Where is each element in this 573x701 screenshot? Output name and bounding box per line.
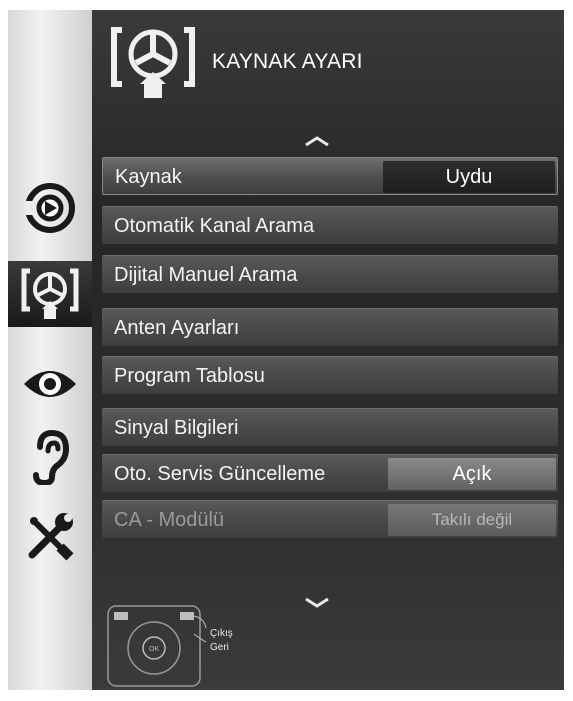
menu-item-sinyal-bilgileri[interactable]: Sinyal Bilgileri — [102, 408, 558, 446]
menu-item-program-tablosu[interactable]: Program Tablosu — [102, 356, 558, 394]
menu-item-label: Dijital Manuel Arama — [114, 264, 298, 286]
tv-menu-screen: KAYNAK AYARI Kaynak Uydu Otomatik Kanal … — [0, 0, 573, 701]
source-settings-icon — [111, 27, 195, 98]
menu-item-label: Oto. Servis Güncelleme — [114, 463, 326, 485]
menu-item-label: CA - Modülü — [114, 509, 225, 531]
menu-header: KAYNAK AYARI — [106, 22, 363, 102]
menu-item-otomatik-kanal-arama[interactable]: Otomatik Kanal Arama — [102, 206, 558, 244]
menu-item-label: Sinyal Bilgileri — [114, 417, 239, 439]
source-input-icon[interactable] — [8, 175, 92, 241]
menu-item-ca-modulu: CA - Modülü Takılı değil — [102, 500, 558, 538]
menu-item-label: Kaynak — [115, 166, 182, 188]
exit-label: Çıkış — [210, 628, 233, 639]
menu-item-value: Takılı değil — [388, 504, 556, 536]
remote-control-icon: OK — [106, 604, 210, 693]
menu-panel: KAYNAK AYARI Kaynak Uydu Otomatik Kanal … — [92, 10, 564, 690]
tools-icon[interactable] — [8, 504, 92, 570]
menu-item-value[interactable]: Açık — [388, 458, 556, 490]
source-settings-icon[interactable] — [8, 261, 92, 327]
scroll-down-icon[interactable] — [302, 596, 332, 615]
menu-item-oto-servis-guncelleme[interactable]: Oto. Servis Güncelleme Açık — [102, 454, 558, 492]
audio-ear-icon[interactable] — [8, 424, 92, 490]
back-label: Geri — [210, 642, 229, 653]
menu-item-label: Otomatik Kanal Arama — [114, 215, 315, 237]
page-title: KAYNAK AYARI — [212, 50, 363, 73]
menu-item-label: Program Tablosu — [114, 365, 265, 387]
scroll-up-icon[interactable] — [302, 134, 332, 153]
menu-item-value[interactable]: Uydu — [383, 161, 555, 193]
menu-item-label: Anten Ayarları — [114, 317, 240, 339]
menu-item-kaynak[interactable]: Kaynak Uydu — [102, 157, 558, 195]
svg-text:OK: OK — [149, 646, 159, 653]
picture-eye-icon[interactable] — [8, 351, 92, 417]
category-sidebar — [8, 10, 92, 690]
menu-item-anten-ayarlari[interactable]: Anten Ayarları — [102, 308, 558, 346]
menu-item-dijital-manuel-arama[interactable]: Dijital Manuel Arama — [102, 255, 558, 293]
